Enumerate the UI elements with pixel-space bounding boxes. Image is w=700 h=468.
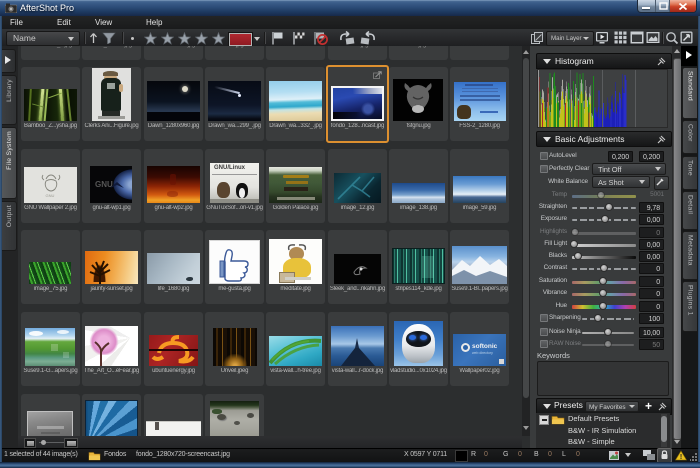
svg-text:GNU: GNU	[46, 193, 55, 198]
svg-text:!: !	[680, 454, 682, 461]
